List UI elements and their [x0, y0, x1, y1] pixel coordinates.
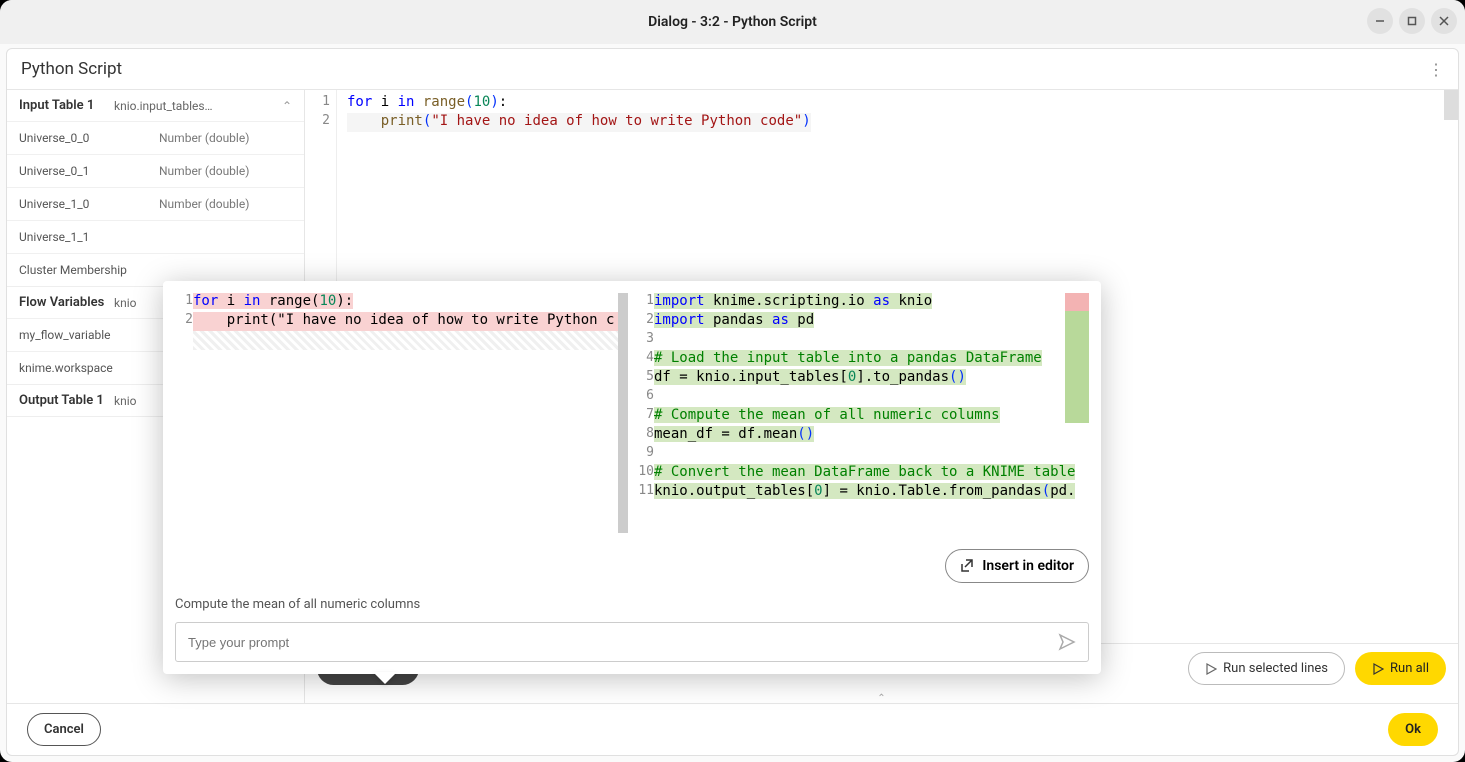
- window-title: Dialog - 3:2 - Python Script: [648, 14, 817, 30]
- diff-right-pane[interactable]: 1234567891011 import knime.scripting.io …: [636, 293, 1089, 533]
- run-selected-button[interactable]: Run selected lines: [1188, 652, 1345, 685]
- resize-handle[interactable]: ⌃: [305, 693, 1458, 703]
- insert-in-editor-button[interactable]: Insert in editor: [945, 549, 1089, 583]
- dialog-header: Python Script ⋮: [7, 49, 1458, 89]
- ok-button[interactable]: Ok: [1388, 713, 1438, 746]
- diff-left-code: for i in range(10): print("I have no ide…: [193, 293, 618, 533]
- window-controls: [1367, 8, 1457, 34]
- section-value: knio.input_tables…: [114, 99, 276, 113]
- run-all-button[interactable]: Run all: [1355, 652, 1446, 685]
- prompt-history-label: Compute the mean of all numeric columns: [175, 593, 1089, 622]
- minimize-button[interactable]: [1367, 8, 1393, 34]
- cancel-button[interactable]: Cancel: [27, 713, 101, 746]
- insert-row: Insert in editor: [175, 533, 1089, 593]
- section-head-input-table[interactable]: Input Table 1 knio.input_tables… ⌃: [7, 90, 304, 121]
- section-title: Flow Variables: [19, 295, 114, 310]
- titlebar: Dialog - 3:2 - Python Script: [0, 0, 1465, 44]
- diff-minimap[interactable]: [1065, 293, 1089, 533]
- table-row[interactable]: Universe_0_0Number (double): [7, 121, 304, 154]
- popup-tail: [373, 672, 397, 684]
- dialog-footer: Cancel Ok: [7, 703, 1458, 755]
- section-title: Input Table 1: [19, 98, 114, 113]
- diff-gutter: 12: [175, 293, 193, 533]
- insert-icon: [960, 559, 974, 573]
- diff-right-code: import knime.scripting.io as knio import…: [654, 293, 1089, 533]
- section-title: Output Table 1: [19, 393, 114, 408]
- diff-left-pane[interactable]: 12 for i in range(10): print("I have no …: [175, 293, 628, 533]
- ai-suggestion-popup: 12 for i in range(10): print("I have no …: [163, 281, 1101, 674]
- chevron-up-icon: ⌃: [276, 99, 292, 113]
- play-icon: [1372, 663, 1384, 675]
- table-row[interactable]: Universe_0_1Number (double): [7, 154, 304, 187]
- prompt-box: [175, 622, 1089, 662]
- diff-gutter: 1234567891011: [636, 293, 654, 533]
- table-row[interactable]: Universe_1_1: [7, 220, 304, 253]
- more-menu-icon[interactable]: ⋮: [1428, 60, 1444, 79]
- section-input-table: Input Table 1 knio.input_tables… ⌃ Unive…: [7, 90, 304, 287]
- app-window: Dialog - 3:2 - Python Script Python Scri…: [0, 0, 1465, 762]
- prompt-input[interactable]: [188, 635, 1058, 650]
- minimap[interactable]: [1444, 90, 1458, 120]
- send-icon[interactable]: [1058, 633, 1076, 651]
- diff-view: 12 for i in range(10): print("I have no …: [175, 293, 1089, 533]
- close-button[interactable]: [1431, 8, 1457, 34]
- dialog-title: Python Script: [21, 59, 122, 79]
- dialog-content: Python Script ⋮ Input Table 1 knio.input…: [6, 48, 1459, 756]
- table-row[interactable]: Universe_1_0Number (double): [7, 187, 304, 220]
- scrollbar[interactable]: [618, 293, 628, 533]
- play-icon: [1205, 663, 1217, 675]
- maximize-button[interactable]: [1399, 8, 1425, 34]
